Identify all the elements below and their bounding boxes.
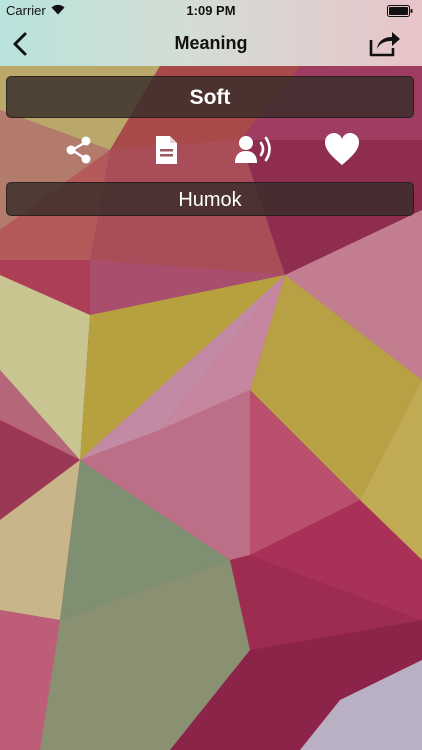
copy-button[interactable] xyxy=(146,130,186,170)
status-time: 1:09 PM xyxy=(186,3,236,18)
speak-button[interactable] xyxy=(234,130,274,170)
heart-icon xyxy=(325,133,359,165)
share-icon xyxy=(66,136,91,164)
speak-icon xyxy=(235,136,271,163)
word-display: Soft xyxy=(6,76,414,118)
meaning-display: Humok xyxy=(6,182,414,216)
document-icon xyxy=(156,136,177,164)
share-button[interactable] xyxy=(59,130,99,170)
favorite-button[interactable] xyxy=(322,130,362,170)
action-bar xyxy=(0,130,422,172)
page-title: Meaning xyxy=(174,33,248,53)
status-bar: Carrier 1:09 PM xyxy=(0,0,422,22)
battery-icon xyxy=(387,5,413,17)
export-share-button[interactable] xyxy=(368,28,402,58)
share-export-icon xyxy=(369,32,400,57)
